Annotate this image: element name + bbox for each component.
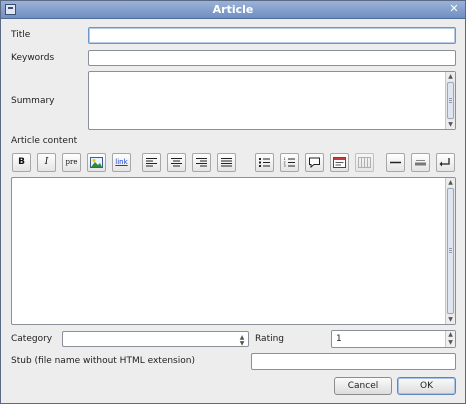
cancel-button-label: Cancel (347, 381, 379, 391)
scroll-down-icon[interactable]: ▼ (446, 315, 455, 324)
line-break-button[interactable] (436, 153, 455, 172)
align-left-icon (146, 158, 157, 167)
align-left-button[interactable] (142, 153, 161, 172)
article-content-editor[interactable]: ▲ ▼ (11, 177, 456, 325)
title-input[interactable] (88, 27, 456, 44)
rating-spinbox[interactable]: 1 ▲ ▼ (331, 330, 456, 348)
content-scrollbar[interactable]: ▲ ▼ (445, 178, 455, 324)
numbered-list-button[interactable]: 123 (280, 153, 299, 172)
justify-button[interactable] (217, 153, 236, 172)
category-label: Category (11, 334, 53, 344)
pre-button[interactable]: pre (62, 153, 81, 172)
spin-down-icon[interactable]: ▼ (446, 339, 455, 347)
ok-button[interactable]: OK (397, 377, 456, 395)
stub-input[interactable] (251, 353, 456, 370)
scroll-thumb[interactable] (447, 82, 454, 119)
article-content-label: Article content (11, 136, 78, 146)
speech-bubble-icon (309, 157, 320, 169)
bold-button[interactable]: B (12, 153, 31, 172)
summary-textarea[interactable]: ▲ ▼ (88, 71, 456, 130)
horizontal-rule-icon (390, 161, 401, 164)
title-label: Title (11, 30, 31, 40)
article-dialog: Article ✕ Title Keywords Summary ▲ ▼ Art… (0, 0, 466, 404)
cancel-button[interactable]: Cancel (334, 377, 392, 395)
table-icon (358, 157, 371, 168)
numbered-list-icon: 123 (284, 157, 295, 168)
bullet-list-icon (259, 158, 270, 167)
align-center-icon (171, 158, 182, 167)
italic-button[interactable]: I (37, 153, 56, 172)
chevron-updown-icon: ▲ ▼ (239, 334, 245, 347)
link-button[interactable]: link (112, 153, 131, 172)
svg-text:3: 3 (284, 164, 286, 168)
scroll-up-icon[interactable]: ▲ (446, 178, 455, 187)
keywords-label: Keywords (11, 53, 55, 63)
title-bar[interactable]: Article ✕ (1, 1, 465, 19)
scroll-up-icon[interactable]: ▲ (446, 72, 455, 81)
scroll-thumb[interactable] (447, 188, 454, 314)
summary-scrollbar[interactable]: ▲ ▼ (445, 72, 455, 129)
image-icon (90, 157, 103, 168)
horizontal-rule-button[interactable] (386, 153, 405, 172)
summary-label: Summary (11, 96, 55, 106)
scroll-down-icon[interactable]: ▼ (446, 120, 455, 129)
horizontal-rule-block-icon (415, 160, 426, 166)
align-right-button[interactable] (192, 153, 211, 172)
window-title: Article (212, 3, 254, 16)
stub-label: Stub (file name without HTML extension) (11, 356, 195, 366)
table-button[interactable] (355, 153, 374, 172)
line-break-icon (439, 158, 450, 167)
justify-icon (221, 158, 232, 167)
quote-button[interactable] (305, 153, 324, 172)
ok-button-label: OK (420, 381, 433, 391)
spin-up-icon[interactable]: ▲ (446, 331, 455, 339)
horizontal-rule-block-button[interactable] (411, 153, 430, 172)
code-block-button[interactable] (330, 153, 349, 172)
align-right-icon (196, 158, 207, 167)
align-center-button[interactable] (167, 153, 186, 172)
close-icon[interactable]: ✕ (448, 3, 460, 15)
keywords-input[interactable] (88, 50, 456, 66)
code-block-icon (333, 157, 346, 168)
bullet-list-button[interactable] (255, 153, 274, 172)
rating-label: Rating (255, 334, 285, 344)
category-select[interactable]: ▲ ▼ (62, 331, 249, 347)
image-button[interactable] (87, 153, 106, 172)
rating-value: 1 (336, 334, 342, 344)
